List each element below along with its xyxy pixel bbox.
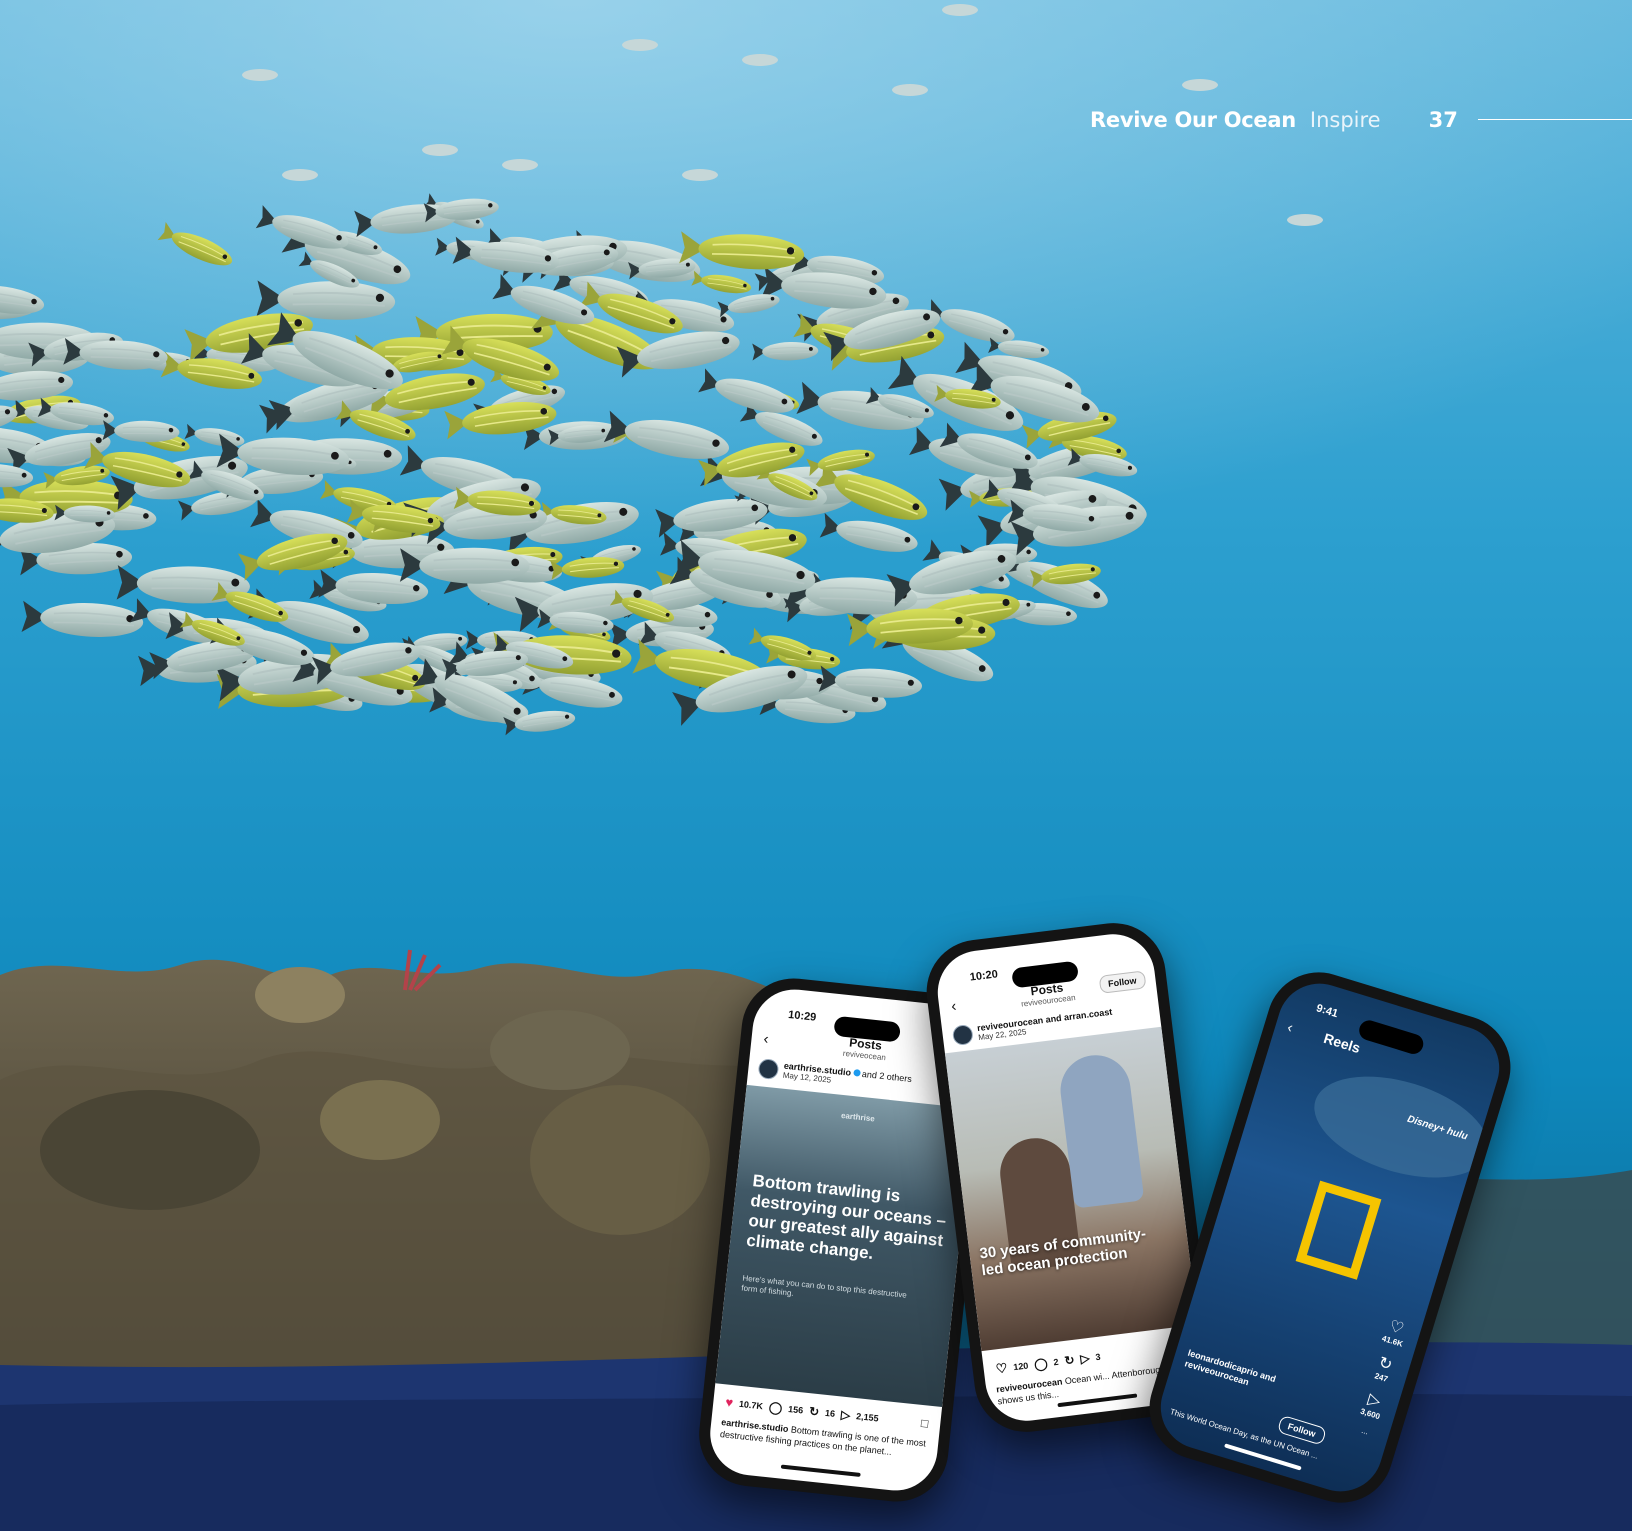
document-title: Revive Our Ocean: [1090, 108, 1296, 132]
national-geographic-logo: [1295, 1180, 1382, 1280]
fish: [622, 39, 658, 51]
reels-title: Reels: [1321, 1029, 1363, 1057]
fish: [502, 159, 538, 171]
share-count: 2,155: [855, 1410, 880, 1423]
like-count: 10.7K: [738, 1398, 764, 1411]
page-number: 37: [1428, 108, 1458, 132]
status-time: 10:29: [787, 1008, 817, 1024]
post-headline: Bottom trawling is destroying our oceans…: [745, 1171, 948, 1263]
home-indicator: [780, 1464, 861, 1477]
status-time: 9:41: [1314, 1002, 1340, 1021]
post-image[interactable]: earthrise Bottom trawling is destroying …: [715, 1084, 974, 1408]
comment-count: 156: [787, 1403, 804, 1416]
brand-label: earthrise: [840, 1110, 876, 1124]
repost-icon[interactable]: ↻: [1064, 1353, 1076, 1368]
repost-count: 16: [824, 1407, 836, 1419]
dolphin-shape: [1302, 1057, 1501, 1197]
avatar: [757, 1058, 780, 1081]
bookmark-icon[interactable]: □: [920, 1415, 929, 1430]
fish: [1287, 214, 1323, 226]
repost-action[interactable]: ↻ 247: [1367, 1352, 1402, 1386]
back-arrow-icon[interactable]: ‹: [1285, 1019, 1295, 1037]
more-options-icon[interactable]: ...: [1350, 1423, 1379, 1440]
comment-icon[interactable]: ◯: [1033, 1356, 1048, 1372]
reel-author-name: leonardodicaprio and reviveourocean: [1183, 1347, 1278, 1388]
post-image[interactable]: 30 years of community-led ocean protecti…: [944, 1026, 1198, 1352]
fish: [282, 169, 318, 181]
share-count: 3: [1094, 1351, 1102, 1363]
verified-badge-icon: [852, 1068, 861, 1077]
comment-icon[interactable]: ◯: [768, 1399, 783, 1414]
fish: [422, 144, 458, 156]
fish: [742, 54, 778, 66]
fish: [1182, 79, 1218, 91]
fish: [892, 84, 928, 96]
share-icon[interactable]: ▷: [1080, 1351, 1091, 1366]
fish: [942, 4, 978, 16]
share-icon[interactable]: ▷: [840, 1407, 851, 1422]
fish: [242, 69, 278, 81]
share-action[interactable]: ▷ 3,600: [1355, 1388, 1390, 1422]
page-header: Revive Our Ocean Inspire 37: [1090, 102, 1458, 138]
avatar: [951, 1023, 974, 1047]
like-count: 120: [1012, 1360, 1029, 1373]
like-icon[interactable]: ♡: [995, 1360, 1009, 1377]
status-time: 10:20: [969, 968, 999, 984]
like-action[interactable]: ♡ 41.6K: [1378, 1316, 1413, 1350]
header-rule: [1478, 119, 1632, 120]
reel-author[interactable]: leonardodicaprio and reviveourocean: [1183, 1348, 1339, 1415]
repost-icon[interactable]: ↻: [808, 1404, 819, 1419]
comment-count: 2: [1052, 1356, 1060, 1368]
like-icon[interactable]: ♥: [725, 1394, 734, 1410]
section-name: Inspire: [1309, 108, 1381, 132]
post-subtext: Here's what you can do to stop this dest…: [740, 1273, 908, 1300]
fish: [682, 169, 718, 181]
